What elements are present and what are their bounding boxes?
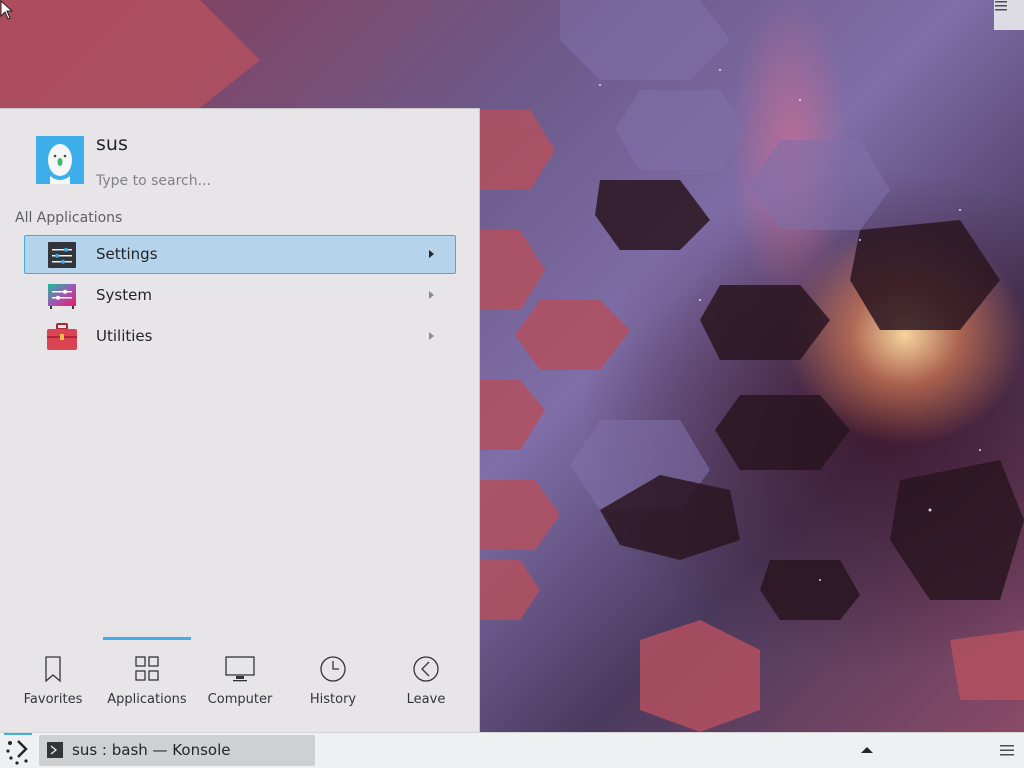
app-category-settings[interactable]: Settings [24, 235, 456, 274]
mouse-cursor-icon [0, 0, 14, 20]
app-category-utilities[interactable]: Utilities [24, 317, 456, 356]
tab-label: History [309, 692, 357, 707]
tab-label: Computer [207, 692, 273, 707]
expand-tray-arrow-icon[interactable] [860, 745, 874, 755]
back-arrow-icon [413, 656, 439, 682]
app-category-label: Settings [96, 245, 158, 263]
task-label: sus : bash — Konsole [72, 741, 231, 759]
grid-icon [135, 656, 159, 681]
app-category-label: Utilities [96, 327, 153, 345]
section-title: All Applications [15, 210, 123, 226]
chevron-right-icon [429, 250, 434, 258]
terminal-icon [47, 742, 63, 758]
task-konsole[interactable]: sus : bash — Konsole [39, 735, 315, 766]
settings-icon [48, 242, 76, 268]
utilities-icon [47, 323, 77, 350]
monitor-icon [225, 656, 255, 682]
user-name: sus [96, 133, 128, 155]
active-tab-indicator [103, 637, 191, 640]
desktop-toolbox-button[interactable] [994, 0, 1024, 30]
tab-computer[interactable]: Computer [196, 649, 284, 719]
hamburger-menu-icon [995, 1, 1007, 11]
app-category-label: System [96, 286, 152, 304]
user-face-icon [48, 144, 72, 184]
tab-label: Favorites [23, 692, 83, 707]
taskbar-panel: sus : bash — Konsole [0, 732, 1024, 768]
tab-applications[interactable]: Applications [103, 649, 191, 719]
tab-label: Applications [107, 692, 187, 707]
panel-options-icon[interactable] [998, 741, 1016, 759]
tab-leave[interactable]: Leave [382, 649, 470, 719]
app-category-system[interactable]: System [24, 276, 456, 315]
clock-icon [320, 656, 346, 682]
chevron-right-icon [429, 332, 434, 340]
application-launcher: sus All Applications Settings [0, 108, 480, 732]
system-icon [48, 284, 76, 309]
bookmark-icon [45, 656, 61, 683]
tab-label: Leave [406, 692, 446, 707]
tab-history[interactable]: History [289, 649, 377, 719]
tab-favorites[interactable]: Favorites [9, 649, 97, 719]
search-input[interactable] [96, 169, 456, 193]
kde-launcher-icon[interactable] [2, 735, 34, 767]
user-avatar[interactable] [36, 136, 84, 184]
chevron-right-icon [429, 291, 434, 299]
